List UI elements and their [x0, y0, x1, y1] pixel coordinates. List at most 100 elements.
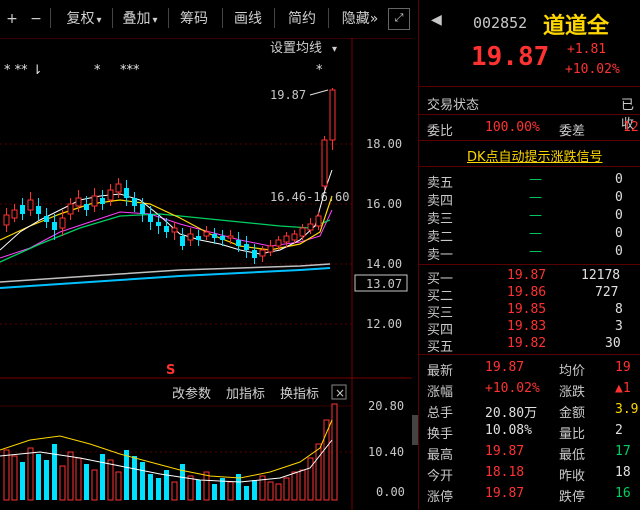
zoom-out-button[interactable]: −: [28, 6, 44, 32]
stat-value: 16: [615, 486, 631, 501]
price-change: +1.81: [567, 42, 607, 57]
price-axis-tick: 16.00: [366, 197, 402, 211]
candle-body: [67, 203, 74, 215]
volume-bar: [52, 444, 57, 500]
sell-level-price: —: [529, 226, 542, 241]
candle-body: [3, 214, 10, 226]
candle-body: [259, 249, 266, 257]
yincang-label: 隐藏: [341, 11, 370, 27]
volume-bar: [148, 474, 153, 500]
candle-body: [44, 216, 49, 222]
candle-body: [20, 205, 25, 214]
candle-body: [36, 206, 41, 214]
diejia-button[interactable]: 叠加 ▾: [118, 6, 162, 32]
volume-bar: [27, 447, 34, 501]
yincang-button[interactable]: 隐藏»: [334, 6, 386, 32]
stat-value: 19.87: [485, 444, 525, 459]
volume-bar: [275, 483, 282, 501]
dk-signal-link[interactable]: DK点自动提示涨跌信号: [467, 146, 603, 165]
volume-bar: [203, 471, 210, 501]
add-indicator-button[interactable]: 加指标: [226, 387, 265, 402]
volume-bar: [331, 403, 338, 501]
switch-indicator-button[interactable]: 换指标: [280, 387, 319, 402]
buy-level-price: 19.82: [507, 336, 547, 351]
candle-body: [100, 198, 105, 204]
candle-body: [11, 209, 18, 219]
candle-body: [124, 188, 129, 198]
candle-body: [180, 236, 185, 246]
stat-value: ▲1: [615, 381, 631, 396]
quote-stat-row: 最高 19.87 最低 17: [419, 442, 640, 463]
chouma-button[interactable]: 筹码: [174, 6, 214, 32]
expand-icon: »: [369, 11, 379, 27]
sell-level-volume: 0: [615, 172, 623, 187]
buy-level-label: 买五: [427, 340, 454, 355]
sell-level-volume: 0: [615, 244, 623, 259]
back-arrow-icon[interactable]: ◀: [431, 12, 442, 28]
quote-panel: ◀ 002852 道道全 19.87 +1.81 +10.02% 交易状态 已收…: [418, 0, 640, 510]
weibi-value: 100.00%: [485, 120, 540, 135]
divider: [419, 114, 640, 115]
toolbar-divider: [168, 8, 169, 28]
kline-chart[interactable]: 设置均线 ▾ * ** ⇂ * *** * 19.87 16.46-16.60 …: [0, 38, 412, 510]
volume-bar: [156, 478, 161, 500]
price-axis-tick: 14.00: [366, 257, 402, 271]
fuquan-button[interactable]: 复权 ▾: [62, 6, 106, 32]
stat-label: 最新: [427, 364, 454, 379]
jianyue-button[interactable]: 简约: [284, 6, 320, 32]
stat-value: 19: [615, 360, 631, 375]
stat-label: 涨幅: [427, 385, 454, 400]
vol-axis-tick: 10.40: [368, 445, 404, 459]
toolbar-divider: [274, 8, 275, 28]
toolbar-divider: [328, 8, 329, 28]
volume-bar: [307, 457, 314, 501]
candlestick-series: [3, 88, 336, 264]
toolbar-divider: [222, 8, 223, 28]
annotation-pointer: [309, 89, 329, 96]
chevron-down-icon[interactable]: ▾: [332, 44, 337, 55]
price-axis-tick: 18.00: [366, 137, 402, 151]
candle-body: [321, 139, 328, 187]
volume-bar: [267, 481, 274, 501]
volume-bar: [59, 465, 66, 501]
candle-body: [115, 183, 122, 193]
candle-body: [267, 245, 274, 253]
stat-value: 18.18: [485, 465, 525, 480]
sell-signal-mark: S: [166, 363, 175, 378]
diejia-label: 叠加: [122, 11, 151, 27]
signal-stars: *: [94, 63, 101, 78]
candle-body: [275, 239, 282, 247]
trade-status-row: 交易状态 已收: [419, 92, 640, 132]
stat-value: 20.80万: [485, 406, 538, 421]
divider: [419, 264, 640, 265]
candle-body: [91, 195, 98, 207]
candle-body: [52, 222, 57, 230]
weicha-value: 12: [623, 120, 639, 135]
high-price-annotation: 19.87: [270, 88, 306, 102]
trade-status-label: 交易状态: [427, 98, 480, 113]
candle-body: [75, 197, 82, 207]
candle-body: [236, 240, 241, 246]
candle-body: [329, 89, 336, 141]
volume-bar: [115, 471, 122, 501]
volume-bar: [196, 480, 201, 500]
buy-level-row: 买五 19.82 30: [419, 334, 640, 355]
candle-body: [156, 222, 161, 226]
ma-settings-button[interactable]: 设置均线: [270, 41, 322, 56]
fullscreen-icon[interactable]: ⤢: [388, 8, 410, 30]
sell-level-row: 卖三 —0: [419, 206, 640, 227]
stat-label: 昨收: [559, 469, 586, 484]
change-params-button[interactable]: 改参数: [172, 386, 211, 402]
divider: [419, 86, 640, 87]
huaxian-button[interactable]: 画线: [230, 6, 266, 32]
stat-value: 2: [615, 423, 623, 438]
stat-value: 19.87: [485, 486, 525, 501]
candle-body: [291, 233, 298, 241]
sell-level-row: 卖四 —0: [419, 188, 640, 209]
stat-label: 最高: [427, 448, 454, 463]
volume-bar: [44, 460, 49, 500]
candle-body: [299, 227, 306, 237]
candle-body: [132, 198, 137, 206]
zoom-in-button[interactable]: +: [4, 6, 20, 32]
candle-body: [212, 234, 217, 238]
